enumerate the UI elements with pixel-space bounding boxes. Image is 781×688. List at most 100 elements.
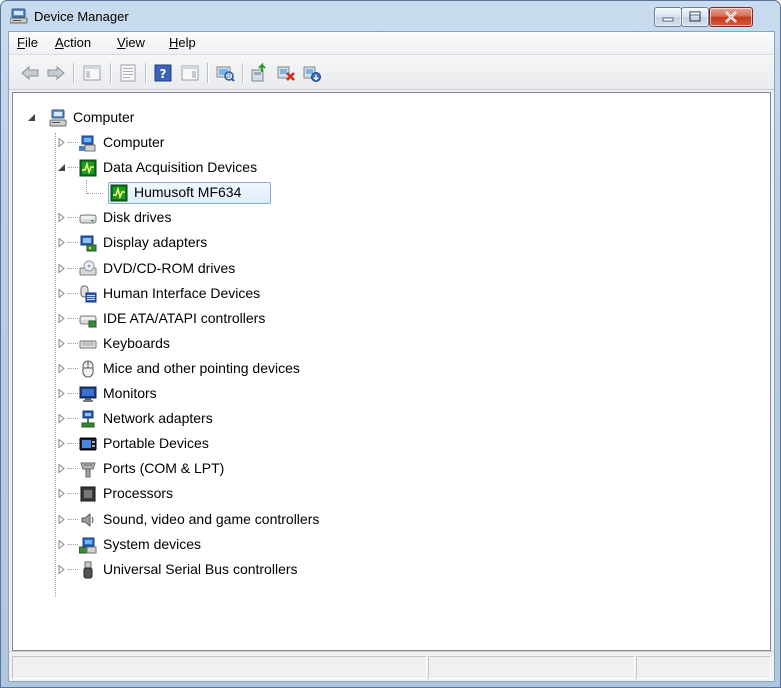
tree-node-label: Mice and other pointing devices: [103, 360, 300, 376]
toolbar-separator: [207, 63, 209, 83]
scan-hardware-icon[interactable]: [214, 62, 236, 84]
network-adapter-icon: [81, 410, 95, 428]
tree-node-label: Network adapters: [103, 410, 213, 426]
show-hide-console-tree-icon[interactable]: [81, 62, 103, 84]
tree-connector: [68, 544, 78, 546]
expand-arrow-icon[interactable]: [57, 138, 66, 147]
mouse-icon: [82, 360, 94, 378]
tree-node-label: Human Interface Devices: [103, 285, 261, 301]
computer-icon: [79, 135, 96, 152]
toolbar-separator: [73, 63, 75, 83]
processor-icon: [80, 486, 96, 502]
tree-node-label: Data Acquisition Devices: [103, 159, 258, 175]
tree-node-label: Disk drives: [103, 209, 172, 225]
tree-node-label: Humusoft MF634: [134, 184, 242, 200]
toolbar-separator: [242, 63, 244, 83]
collapse-arrow-icon[interactable]: [27, 113, 36, 122]
toolbar: ?: [9, 55, 774, 90]
menu-view[interactable]: View: [117, 35, 145, 50]
maximize-button[interactable]: [681, 7, 709, 27]
status-pane-3: [636, 656, 771, 679]
expand-arrow-icon[interactable]: [57, 289, 66, 298]
expand-arrow-icon[interactable]: [57, 515, 66, 524]
back-icon[interactable]: [19, 62, 41, 84]
device-manager-icon: [10, 8, 28, 24]
expand-arrow-icon[interactable]: [57, 364, 66, 373]
tree-node-label: Monitors: [103, 385, 157, 401]
properties-icon[interactable]: [117, 62, 139, 84]
ide-controller-icon: [79, 315, 97, 328]
expand-arrow-icon[interactable]: [57, 414, 66, 423]
tree-connector: [68, 368, 78, 370]
tree-node-label: Computer: [103, 134, 165, 150]
menu-help[interactable]: Help: [169, 35, 196, 50]
help-icon[interactable]: ?: [152, 62, 174, 84]
tree-node-label: Processors: [103, 485, 174, 501]
portable-device-icon: [79, 437, 97, 451]
tree-node-label: IDE ATA/ATAPI controllers: [103, 310, 266, 326]
close-button[interactable]: [709, 7, 753, 27]
tree-node-label: Ports (COM & LPT): [103, 460, 225, 476]
expand-arrow-icon[interactable]: [57, 339, 66, 348]
usb-icon: [83, 561, 93, 579]
update-driver-icon[interactable]: [249, 62, 271, 84]
tree-connector: [68, 142, 78, 144]
expand-arrow-icon[interactable]: [57, 238, 66, 247]
menu-file[interactable]: File: [17, 35, 38, 50]
sound-icon: [81, 512, 94, 528]
tree-connector: [86, 180, 88, 194]
tree-connector: [68, 242, 78, 244]
forward-icon[interactable]: [45, 62, 67, 84]
device-tree[interactable]: Computer Computer Data Acquisition Device…: [12, 92, 771, 651]
tree-node-label: Sound, video and game controllers: [103, 511, 320, 527]
maximize-icon: [689, 11, 701, 22]
expand-arrow-icon[interactable]: [57, 439, 66, 448]
expand-arrow-icon[interactable]: [57, 264, 66, 273]
minimize-icon: [662, 17, 674, 22]
tree-node-label: DVD/CD-ROM drives: [103, 260, 236, 276]
expand-arrow-icon[interactable]: [57, 464, 66, 473]
uninstall-icon[interactable]: [275, 62, 297, 84]
tree-connector: [68, 293, 78, 295]
tree-connector: [68, 167, 78, 169]
data-acquisition-icon: [110, 184, 128, 202]
disk-drive-icon: [79, 214, 97, 224]
device-manager-window: Device Manager File Action View Help ? C…: [0, 0, 781, 688]
disable-icon[interactable]: [301, 62, 323, 84]
title-bar[interactable]: Device Manager: [1, 1, 780, 31]
show-action-pane-icon[interactable]: [179, 62, 201, 84]
minimize-button[interactable]: [654, 7, 682, 27]
tree-connector: [68, 343, 78, 345]
window-title: Device Manager: [34, 9, 129, 24]
tree-connector: [68, 393, 78, 395]
svg-text:?: ?: [160, 67, 167, 81]
monitor-icon: [79, 386, 97, 402]
expand-arrow-icon[interactable]: [57, 565, 66, 574]
status-pane-1: [12, 656, 427, 679]
tree-connector: [68, 569, 78, 571]
tree-node-label: Display adapters: [103, 234, 208, 250]
menu-action[interactable]: Action: [55, 35, 91, 50]
client-area: File Action View Help ? Computer Compute…: [8, 31, 775, 682]
tree-node-label: Keyboards: [103, 335, 170, 351]
tree-connector: [68, 493, 78, 495]
expand-arrow-icon[interactable]: [57, 489, 66, 498]
tree-node-label: Portable Devices: [103, 435, 209, 451]
tree-connector: [68, 519, 78, 521]
tree-connector: [68, 268, 78, 270]
status-bar: [9, 651, 774, 681]
expand-arrow-icon[interactable]: [57, 389, 66, 398]
expand-arrow-icon[interactable]: [57, 314, 66, 323]
tree-connector: [87, 193, 103, 195]
tree-node-label: Universal Serial Bus controllers: [103, 561, 298, 577]
expand-arrow-icon[interactable]: [57, 213, 66, 222]
keyboard-icon: [79, 340, 97, 349]
close-icon: [725, 11, 737, 23]
toolbar-separator: [145, 63, 147, 83]
expand-arrow-icon[interactable]: [57, 540, 66, 549]
display-adapter-icon: [80, 235, 97, 252]
hid-icon: [80, 285, 97, 303]
port-icon: [80, 462, 96, 478]
collapse-arrow-icon[interactable]: [57, 163, 66, 172]
tree-root-label: Computer: [73, 109, 135, 125]
